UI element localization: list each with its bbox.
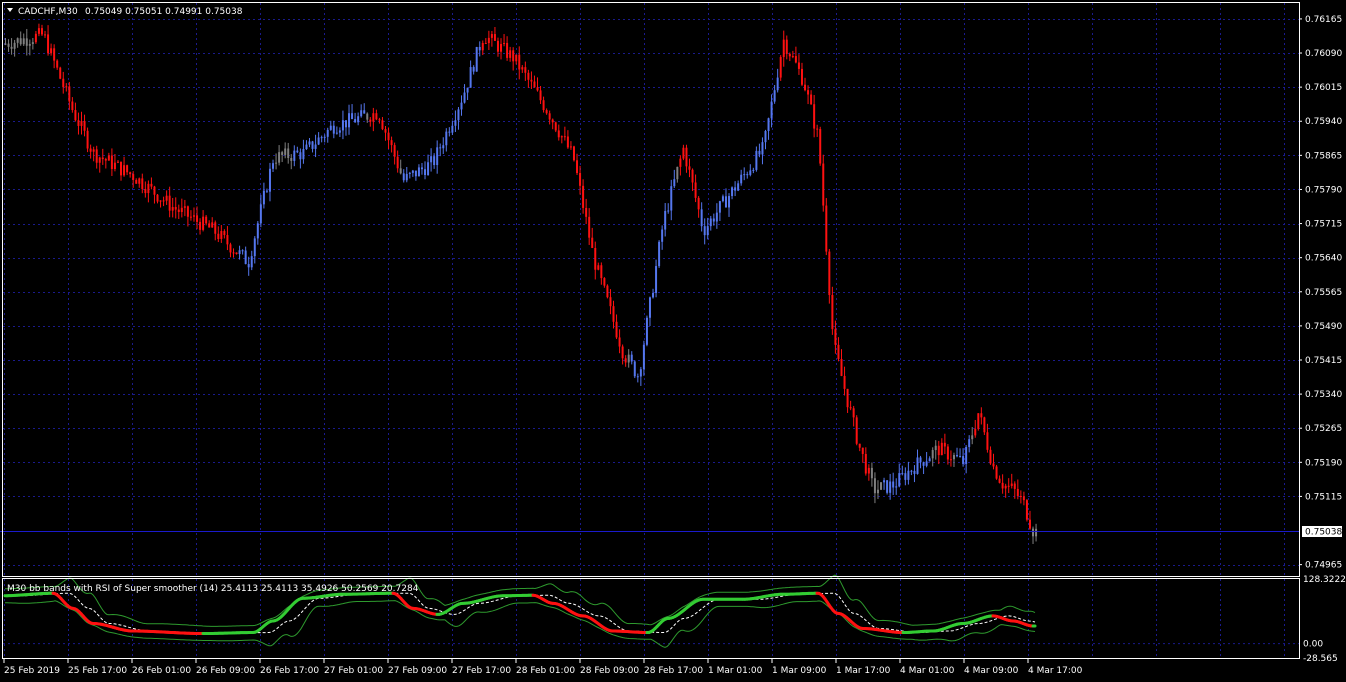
symbol-title: CADCHF,M30 (18, 7, 78, 17)
price-tick-label: 0.75490 (1305, 322, 1342, 332)
candle (779, 55, 782, 81)
candle (572, 145, 575, 162)
price-tick-label: 0.75265 (1305, 424, 1342, 434)
indicator-tick-label: 128.3222 (1303, 575, 1346, 585)
time-tick-label: 4 Mar 09:00 (964, 666, 1019, 676)
price-tick-label: 0.76165 (1305, 15, 1342, 25)
price-tick-label: 0.75940 (1305, 117, 1342, 127)
price-tick-label: 0.75565 (1305, 288, 1342, 298)
ohlc-values: 0.75049 0.75051 0.74991 0.75038 (85, 7, 243, 17)
indicator-title: M30 bb bands with RSI of Super smoother … (7, 584, 419, 594)
price-tick-label: 0.75415 (1305, 356, 1342, 366)
price-tick-label: 0.75340 (1305, 390, 1342, 400)
price-tick-label: 0.75115 (1305, 492, 1342, 502)
price-tick-label: 0.75790 (1305, 185, 1342, 195)
time-tick-label: 28 Feb 09:00 (580, 666, 639, 676)
time-tick-label: 26 Feb 17:00 (260, 666, 319, 676)
candle (658, 240, 661, 268)
time-tick-label: 25 Feb 17:00 (68, 666, 127, 676)
indicator-tick-label: 0.00 (1303, 640, 1323, 650)
time-tick-label: 1 Mar 01:00 (708, 666, 763, 676)
candle (825, 198, 828, 256)
price-tick-label: 0.75640 (1305, 254, 1342, 264)
time-tick-label: 27 Feb 01:00 (324, 666, 383, 676)
candle (1025, 499, 1028, 522)
price-tick-label: 0.76090 (1305, 49, 1342, 59)
indicator-tick-label: -28.565 (1303, 654, 1338, 664)
chart-header[interactable]: CADCHF,M30 0.75049 0.75051 0.74991 0.750… (7, 7, 243, 17)
time-tick-label: 26 Feb 09:00 (196, 666, 255, 676)
svg-text:0.75038: 0.75038 (1305, 528, 1342, 538)
candle (977, 413, 980, 431)
price-tick-label: 0.74965 (1305, 561, 1342, 571)
time-tick-label: 28 Feb 17:00 (644, 666, 703, 676)
price-tick-label: 0.76015 (1305, 83, 1342, 93)
candle (606, 284, 609, 299)
current-price-badge: 0.75038 (1302, 526, 1342, 538)
price-tick-label: 0.75865 (1305, 151, 1342, 161)
candle (59, 66, 62, 80)
time-tick-label: 26 Feb 01:00 (132, 666, 191, 676)
candle (983, 416, 986, 435)
candle (886, 480, 889, 495)
time-tick-label: 4 Mar 01:00 (900, 666, 955, 676)
time-tick-label: 27 Feb 17:00 (452, 666, 511, 676)
candle (645, 315, 648, 347)
time-tick-label: 28 Feb 01:00 (516, 666, 575, 676)
candle (475, 46, 478, 72)
candle (86, 127, 89, 153)
candle (855, 415, 858, 446)
candle (633, 360, 636, 379)
candle (819, 126, 822, 166)
time-tick-label: 27 Feb 09:00 (388, 666, 447, 676)
price-tick-label: 0.75190 (1305, 458, 1342, 468)
candle (995, 464, 998, 480)
trading-chart[interactable]: CADCHF,M30 0.75049 0.75051 0.74991 0.750… (0, 0, 1346, 682)
price-tick-label: 0.75715 (1305, 220, 1342, 230)
candle (880, 482, 883, 491)
time-tick-label: 25 Feb 2019 (4, 666, 60, 676)
time-tick-label: 1 Mar 09:00 (772, 666, 827, 676)
time-tick-label: 4 Mar 17:00 (1028, 666, 1083, 676)
time-tick-label: 1 Mar 17:00 (836, 666, 891, 676)
